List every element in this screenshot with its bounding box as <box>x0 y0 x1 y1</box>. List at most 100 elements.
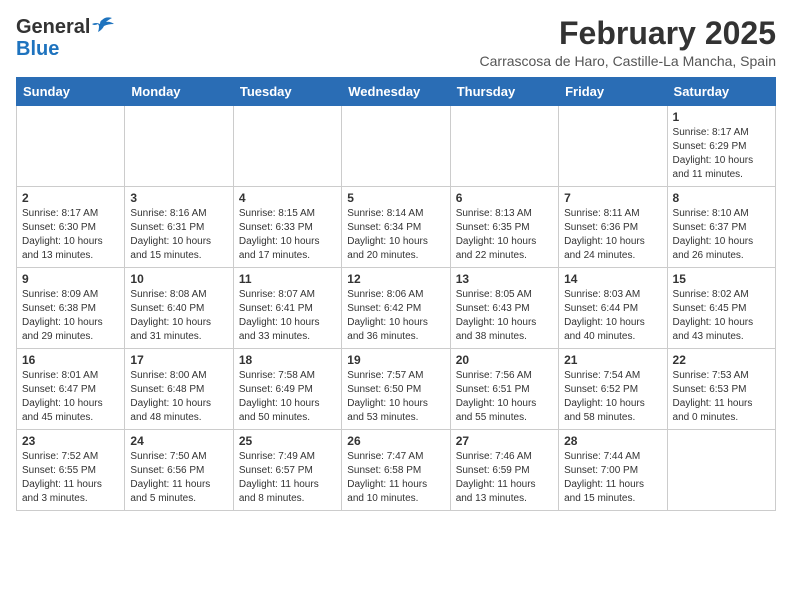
header-friday: Friday <box>559 78 667 106</box>
day-cell: 7Sunrise: 8:11 AMSunset: 6:36 PMDaylight… <box>559 187 667 268</box>
day-number: 23 <box>22 434 119 448</box>
day-number: 1 <box>673 110 770 124</box>
day-info: Sunrise: 7:52 AMSunset: 6:55 PMDaylight:… <box>22 450 119 506</box>
day-number: 10 <box>130 272 227 286</box>
day-number: 2 <box>22 191 119 205</box>
day-number: 17 <box>130 353 227 367</box>
day-number: 26 <box>347 434 444 448</box>
day-info: Sunrise: 8:05 AMSunset: 6:43 PMDaylight:… <box>456 288 553 344</box>
week-row-3: 16 Sunrise: 8:01 AMSunset: 6:47 PMDayligh… <box>17 349 776 430</box>
day-cell: 28 Sunrise: 7:44 AMSunset: 7:00 PMDayligh… <box>559 430 667 511</box>
day-info: Sunrise: 7:50 AMSunset: 6:56 PMDaylight:… <box>130 450 227 506</box>
calendar-header-row: SundayMondayTuesdayWednesdayThursdayFrid… <box>17 78 776 106</box>
day-info: Sunrise: 8:14 AMSunset: 6:34 PMDaylight:… <box>347 207 444 263</box>
title-area: February 2025 Carrascosa de Haro, Castil… <box>480 16 776 69</box>
day-info: Sunrise: 8:03 AMSunset: 6:44 PMDaylight:… <box>564 288 661 344</box>
day-info: Sunrise: 7:56 AMSunset: 6:51 PMDaylight:… <box>456 369 553 425</box>
day-number: 3 <box>130 191 227 205</box>
day-cell: 12Sunrise: 8:06 AMSunset: 6:42 PMDayligh… <box>342 268 450 349</box>
day-info: Sunrise: 8:16 AMSunset: 6:31 PMDaylight:… <box>130 207 227 263</box>
day-cell: 5 Sunrise: 8:14 AMSunset: 6:34 PMDaylight… <box>342 187 450 268</box>
day-cell: 15 Sunrise: 8:02 AMSunset: 6:45 PMDayligh… <box>667 268 775 349</box>
day-info: Sunrise: 8:01 AMSunset: 6:47 PMDaylight:… <box>22 369 119 425</box>
header-tuesday: Tuesday <box>233 78 341 106</box>
location: Carrascosa de Haro, Castille-La Mancha, … <box>480 53 776 69</box>
calendar-table: SundayMondayTuesdayWednesdayThursdayFrid… <box>16 77 776 511</box>
day-cell: 20 Sunrise: 7:56 AMSunset: 6:51 PMDayligh… <box>450 349 558 430</box>
day-cell: 6 Sunrise: 8:13 AMSunset: 6:35 PMDaylight… <box>450 187 558 268</box>
day-number: 18 <box>239 353 336 367</box>
day-cell: 14 Sunrise: 8:03 AMSunset: 6:44 PMDayligh… <box>559 268 667 349</box>
week-row-1: 2Sunrise: 8:17 AMSunset: 6:30 PMDaylight… <box>17 187 776 268</box>
day-cell: 10 Sunrise: 8:08 AMSunset: 6:40 PMDayligh… <box>125 268 233 349</box>
day-cell <box>233 106 341 187</box>
day-cell: 9Sunrise: 8:09 AMSunset: 6:38 PMDaylight… <box>17 268 125 349</box>
day-cell: 16 Sunrise: 8:01 AMSunset: 6:47 PMDayligh… <box>17 349 125 430</box>
day-cell: 27 Sunrise: 7:46 AMSunset: 6:59 PMDayligh… <box>450 430 558 511</box>
day-info: Sunrise: 8:10 AMSunset: 6:37 PMDaylight:… <box>673 207 770 263</box>
day-number: 16 <box>22 353 119 367</box>
day-info: Sunrise: 8:15 AMSunset: 6:33 PMDaylight:… <box>239 207 336 263</box>
day-number: 27 <box>456 434 553 448</box>
day-number: 14 <box>564 272 661 286</box>
day-cell <box>667 430 775 511</box>
logo-general: General <box>16 16 90 38</box>
logo-bird-icon <box>92 16 114 34</box>
day-cell: 21Sunrise: 7:54 AMSunset: 6:52 PMDayligh… <box>559 349 667 430</box>
day-number: 4 <box>239 191 336 205</box>
day-info: Sunrise: 8:07 AMSunset: 6:41 PMDaylight:… <box>239 288 336 344</box>
day-info: Sunrise: 8:11 AMSunset: 6:36 PMDaylight:… <box>564 207 661 263</box>
day-info: Sunrise: 7:57 AMSunset: 6:50 PMDaylight:… <box>347 369 444 425</box>
day-number: 19 <box>347 353 444 367</box>
day-cell: 25Sunrise: 7:49 AMSunset: 6:57 PMDayligh… <box>233 430 341 511</box>
header: General Blue February 2025 Carrascosa de… <box>16 16 776 69</box>
header-thursday: Thursday <box>450 78 558 106</box>
day-number: 12 <box>347 272 444 286</box>
day-info: Sunrise: 8:02 AMSunset: 6:45 PMDaylight:… <box>673 288 770 344</box>
day-number: 11 <box>239 272 336 286</box>
day-number: 9 <box>22 272 119 286</box>
day-cell: 23 Sunrise: 7:52 AMSunset: 6:55 PMDayligh… <box>17 430 125 511</box>
day-info: Sunrise: 7:44 AMSunset: 7:00 PMDaylight:… <box>564 450 661 506</box>
day-cell <box>450 106 558 187</box>
day-number: 20 <box>456 353 553 367</box>
logo: General Blue <box>16 16 114 60</box>
header-saturday: Saturday <box>667 78 775 106</box>
day-info: Sunrise: 8:13 AMSunset: 6:35 PMDaylight:… <box>456 207 553 263</box>
day-info: Sunrise: 8:17 AMSunset: 6:29 PMDaylight:… <box>673 126 770 182</box>
day-info: Sunrise: 8:00 AMSunset: 6:48 PMDaylight:… <box>130 369 227 425</box>
day-cell: 22Sunrise: 7:53 AMSunset: 6:53 PMDayligh… <box>667 349 775 430</box>
day-number: 6 <box>456 191 553 205</box>
day-number: 5 <box>347 191 444 205</box>
day-cell <box>125 106 233 187</box>
day-cell <box>342 106 450 187</box>
header-sunday: Sunday <box>17 78 125 106</box>
week-row-4: 23 Sunrise: 7:52 AMSunset: 6:55 PMDayligh… <box>17 430 776 511</box>
day-cell: 19 Sunrise: 7:57 AMSunset: 6:50 PMDayligh… <box>342 349 450 430</box>
day-info: Sunrise: 7:58 AMSunset: 6:49 PMDaylight:… <box>239 369 336 425</box>
day-number: 24 <box>130 434 227 448</box>
day-cell: 26 Sunrise: 7:47 AMSunset: 6:58 PMDayligh… <box>342 430 450 511</box>
day-info: Sunrise: 7:46 AMSunset: 6:59 PMDaylight:… <box>456 450 553 506</box>
header-monday: Monday <box>125 78 233 106</box>
day-cell <box>17 106 125 187</box>
day-number: 15 <box>673 272 770 286</box>
day-cell: 3 Sunrise: 8:16 AMSunset: 6:31 PMDaylight… <box>125 187 233 268</box>
day-cell: 4 Sunrise: 8:15 AMSunset: 6:33 PMDaylight… <box>233 187 341 268</box>
day-number: 28 <box>564 434 661 448</box>
day-info: Sunrise: 7:53 AMSunset: 6:53 PMDaylight:… <box>673 369 770 425</box>
page-container: General Blue February 2025 Carrascosa de… <box>16 16 776 511</box>
month-title: February 2025 <box>480 16 776 51</box>
day-number: 25 <box>239 434 336 448</box>
day-cell: 24 Sunrise: 7:50 AMSunset: 6:56 PMDayligh… <box>125 430 233 511</box>
day-info: Sunrise: 8:08 AMSunset: 6:40 PMDaylight:… <box>130 288 227 344</box>
day-number: 13 <box>456 272 553 286</box>
day-cell: 11 Sunrise: 8:07 AMSunset: 6:41 PMDayligh… <box>233 268 341 349</box>
logo-blue: Blue <box>16 38 59 60</box>
day-cell: 2Sunrise: 8:17 AMSunset: 6:30 PMDaylight… <box>17 187 125 268</box>
day-cell: 17 Sunrise: 8:00 AMSunset: 6:48 PMDayligh… <box>125 349 233 430</box>
day-cell: 1 Sunrise: 8:17 AMSunset: 6:29 PMDaylight… <box>667 106 775 187</box>
header-wednesday: Wednesday <box>342 78 450 106</box>
day-info: Sunrise: 7:47 AMSunset: 6:58 PMDaylight:… <box>347 450 444 506</box>
week-row-0: 1 Sunrise: 8:17 AMSunset: 6:29 PMDaylight… <box>17 106 776 187</box>
